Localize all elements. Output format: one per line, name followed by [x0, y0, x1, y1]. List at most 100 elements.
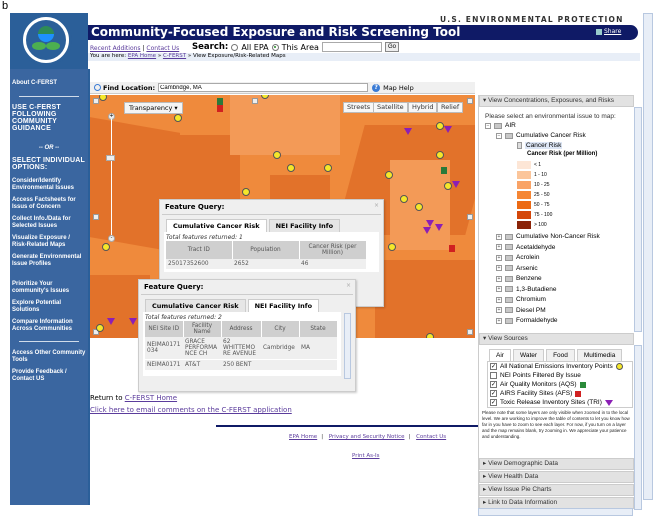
nei-point-icon[interactable] [436, 122, 444, 130]
layer-checkbox[interactable]: ✓ [490, 390, 497, 397]
pan-east-icon[interactable] [467, 214, 473, 220]
tree-node[interactable]: + Acrolein [496, 254, 539, 261]
share-link[interactable]: Share [596, 28, 621, 35]
pan-west-icon[interactable] [93, 214, 99, 220]
tri-site-icon[interactable] [426, 220, 434, 227]
page-scrollbar[interactable] [643, 13, 653, 500]
epa-logo[interactable] [20, 14, 72, 66]
find-location-input[interactable] [158, 83, 369, 92]
sidebar-item-prioritize[interactable]: Prioritize Your community's Issues [12, 281, 86, 295]
panel-horizontal-scrollbar[interactable] [478, 508, 633, 516]
footer-epa-home-link[interactable]: EPA Home [289, 434, 317, 440]
close-icon[interactable]: × [346, 282, 351, 289]
expand-icon[interactable]: + [496, 296, 502, 303]
tab-nei-facility-info[interactable]: NEI Facility Info [268, 219, 341, 232]
tri-site-icon[interactable] [129, 318, 137, 325]
nei-point-icon[interactable] [174, 114, 182, 122]
tri-site-icon[interactable] [404, 128, 412, 135]
tab-nei-facility-info[interactable]: NEI Facility Info [247, 299, 320, 312]
concentrations-header[interactable]: ▾ View Concentrations, Exposures, and Ri… [479, 95, 634, 107]
sources-scrollbar[interactable] [634, 345, 642, 510]
tab-cumulative-cancer-risk[interactable]: Cumulative Cancer Risk [145, 299, 246, 312]
tree-node[interactable]: + Acetaldehyde [496, 244, 555, 251]
nei-point-icon[interactable] [415, 203, 423, 211]
expand-icon[interactable]: + [496, 275, 502, 282]
email-comments-link[interactable]: Click here to email comments on the C-FE… [90, 406, 292, 414]
tri-site-icon[interactable] [444, 126, 452, 133]
close-icon[interactable]: × [374, 202, 379, 209]
tri-site-icon[interactable] [423, 227, 431, 234]
expand-icon[interactable]: + [496, 286, 502, 292]
sidebar-item-compare[interactable]: Compare Information Across Communities [12, 319, 86, 333]
tree-node-cancer-risk[interactable]: Cancer Risk [517, 142, 563, 149]
demographic-header[interactable]: ▸ View Demographic Data [479, 458, 634, 470]
footer-contact-link[interactable]: Contact Us [416, 434, 446, 440]
sidebar-item-feedback[interactable]: Provide Feedback / Contact US [12, 369, 86, 383]
tree-node[interactable]: + Chromium [496, 296, 546, 303]
zoom-out-icon[interactable]: - [108, 235, 115, 242]
nei-point-icon[interactable] [388, 243, 396, 251]
zoom-slider[interactable]: + - [106, 113, 115, 242]
tree-node[interactable]: + Formaldehyde [496, 317, 558, 324]
streets-button[interactable]: Streets [343, 102, 375, 113]
expand-icon[interactable]: + [496, 233, 502, 240]
map-help-link[interactable]: Map Help [383, 84, 414, 92]
radio-this-area[interactable] [271, 43, 279, 51]
afs-facility-icon[interactable] [217, 105, 223, 112]
sidebar-item-factsheets[interactable]: Access Factsheets for Issus of Concern [12, 197, 86, 211]
health-header[interactable]: ▸ View Health Data [479, 471, 634, 483]
nei-point-icon[interactable] [242, 188, 250, 196]
aqs-monitor-icon[interactable] [441, 167, 447, 174]
nei-point-icon[interactable] [99, 95, 107, 101]
breadcrumb-cferst[interactable]: C-FERST [163, 53, 186, 59]
satellite-button[interactable]: Satellite [373, 102, 408, 113]
relief-button[interactable]: Relief [437, 102, 464, 113]
collapse-icon[interactable]: − [496, 132, 502, 139]
nei-point-icon[interactable] [96, 324, 104, 332]
cferst-home-link[interactable]: C-FERST Home [125, 394, 177, 402]
expand-icon[interactable]: + [496, 307, 502, 313]
expand-icon[interactable]: + [496, 244, 502, 250]
concentrations-scrollbar[interactable] [634, 107, 642, 332]
pan-southeast-icon[interactable] [467, 329, 473, 335]
sidebar-item-visualize[interactable]: Visualize Exposure / Risk-Related Maps [12, 235, 86, 249]
tri-site-icon[interactable] [435, 224, 443, 231]
nei-point-icon[interactable] [426, 333, 434, 338]
nei-point-icon[interactable] [287, 164, 295, 172]
footer-privacy-link[interactable]: Privacy and Security Notice [329, 434, 405, 440]
pan-northwest-icon[interactable] [93, 98, 99, 104]
nei-point-icon[interactable] [444, 182, 452, 190]
tri-site-icon[interactable] [452, 181, 460, 188]
print-as-is-link[interactable]: Print As-Is [352, 453, 380, 459]
recent-additions-link[interactable]: Recent Additions [90, 45, 141, 52]
tree-node-air[interactable]: − AIR [485, 122, 516, 129]
sources-header[interactable]: ▾ View Sources [479, 333, 634, 345]
sidebar-item-about[interactable]: About C-FERST [12, 80, 86, 87]
tree-node[interactable]: +1,3-Butadiene [496, 286, 556, 293]
tree-node[interactable]: + Arsenic [496, 265, 538, 272]
sidebar-item-collect[interactable]: Collect Info./Data for Selected Issues [12, 216, 86, 230]
nei-point-icon[interactable] [385, 171, 393, 179]
hybrid-button[interactable]: Hybrid [408, 102, 438, 113]
nei-point-icon[interactable] [324, 164, 332, 172]
contact-us-link[interactable]: Contact Us [146, 45, 179, 52]
aqs-monitor-icon[interactable] [217, 98, 223, 105]
go-button[interactable]: Go [384, 42, 399, 52]
layer-checkbox[interactable]: ✓ [490, 381, 497, 388]
breadcrumb-epa-home[interactable]: EPA Home [128, 53, 156, 59]
tree-node-cumulative-cancer-risk[interactable]: − Cumulative Cancer Risk [496, 132, 586, 139]
tree-node[interactable]: + Cumulative Non-Cancer Risk [496, 233, 600, 240]
collapse-icon[interactable]: − [485, 122, 491, 129]
pan-northeast-icon[interactable] [467, 98, 473, 104]
expand-icon[interactable]: + [496, 254, 502, 261]
sidebar-item-generate[interactable]: Generate Environmental Issue Profiles [12, 254, 86, 268]
nei-point-icon[interactable] [273, 151, 281, 159]
zoom-handle[interactable] [106, 155, 115, 161]
nei-point-icon[interactable] [102, 243, 110, 251]
sidebar-item-explore[interactable]: Explore Potential Solutions [12, 300, 86, 314]
sidebar-item-other-tools[interactable]: Access Other Community Tools [12, 350, 86, 364]
expand-icon[interactable]: + [496, 265, 502, 271]
nei-point-icon[interactable] [400, 195, 408, 203]
layer-checkbox[interactable]: ✓ [490, 399, 497, 406]
radio-all-epa[interactable] [231, 43, 239, 51]
